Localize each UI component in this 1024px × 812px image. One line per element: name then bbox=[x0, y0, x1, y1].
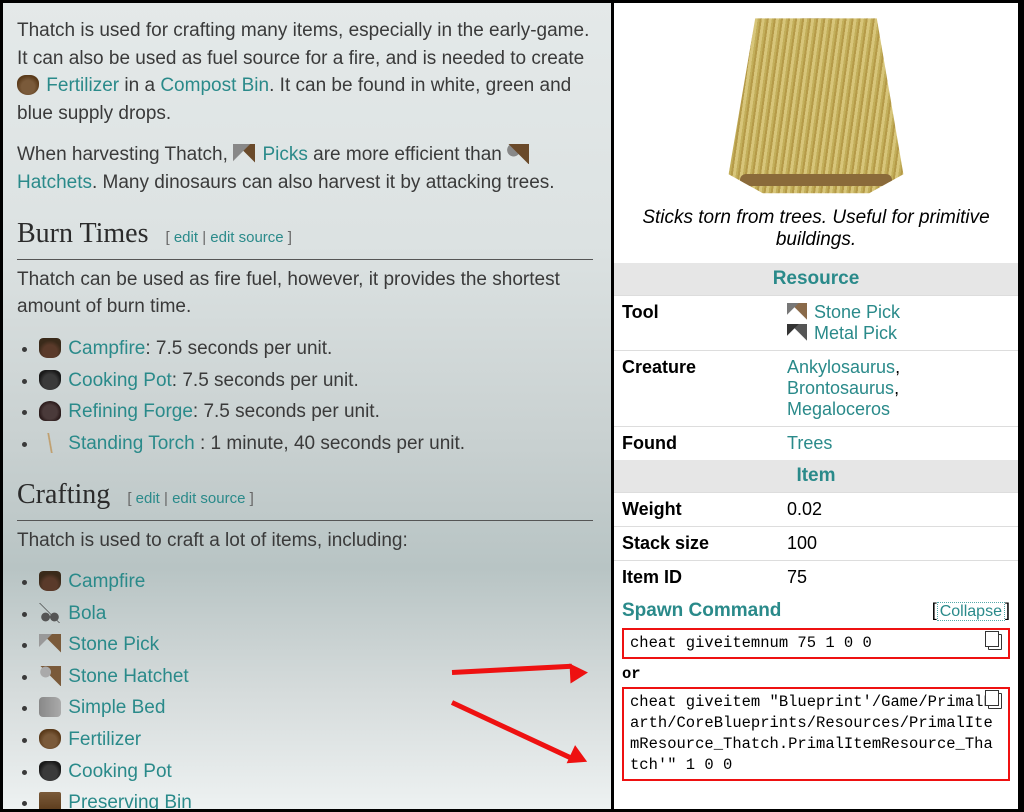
hatchet-icon bbox=[507, 144, 529, 164]
row-weight: Weight 0.02 bbox=[614, 492, 1018, 526]
metal-pick-icon bbox=[787, 324, 807, 342]
burn-list: Campfire: 7.5 seconds per unit. Cooking … bbox=[39, 335, 593, 457]
spawn-command-2: cheat giveitem "Blueprint'/Game/PrimalEa… bbox=[622, 687, 1010, 781]
link-trees[interactable]: Trees bbox=[787, 433, 832, 453]
link-refining-forge[interactable]: Refining Forge bbox=[68, 401, 193, 422]
cooking-pot-icon bbox=[39, 370, 61, 390]
wiki-page: Thatch is used for crafting many items, … bbox=[0, 0, 1024, 812]
list-item: Fertilizer bbox=[39, 726, 593, 754]
spawn-or: or bbox=[622, 665, 1010, 683]
section-item: Item bbox=[614, 460, 1018, 492]
edit-links-craft: [ edit | edit source ] bbox=[127, 490, 253, 507]
craft-intro: Thatch is used to craft a lot of items, … bbox=[17, 527, 593, 555]
link-compost-bin[interactable]: Compost Bin bbox=[160, 75, 269, 96]
link-standing-torch[interactable]: Standing Torch bbox=[68, 433, 194, 454]
link-megaloceros[interactable]: Megaloceros bbox=[787, 399, 890, 419]
row-creature: Creature Ankylosaurus, Brontosaurus, Meg… bbox=[614, 350, 1018, 426]
campfire-icon bbox=[39, 571, 61, 591]
link-craft-cooking-pot[interactable]: Cooking Pot bbox=[68, 761, 172, 782]
editsrc-craft[interactable]: edit source bbox=[172, 490, 245, 507]
link-brontosaurus[interactable]: Brontosaurus bbox=[787, 378, 894, 398]
article-body: Thatch is used for crafting many items, … bbox=[3, 3, 611, 809]
list-item: Preserving Bin bbox=[39, 789, 593, 809]
link-craft-bola[interactable]: Bola bbox=[68, 603, 106, 624]
item-image-wrap bbox=[614, 3, 1018, 203]
list-item: Cooking Pot: 7.5 seconds per unit. bbox=[39, 367, 593, 395]
row-spawn-command: Spawn Command [Collapse] bbox=[614, 594, 1018, 626]
edit-links-burn: [ edit | edit source ] bbox=[166, 229, 292, 246]
bola-icon bbox=[39, 603, 61, 623]
fertilizer-icon bbox=[17, 75, 39, 95]
heading-crafting: Crafting [ edit | edit source ] bbox=[17, 475, 593, 521]
link-craft-fertilizer[interactable]: Fertilizer bbox=[68, 729, 141, 750]
list-item: Cooking Pot bbox=[39, 758, 593, 786]
stone-hatchet-icon bbox=[39, 666, 61, 686]
link-craft-simple-bed[interactable]: Simple Bed bbox=[68, 697, 165, 718]
thatch-image bbox=[721, 7, 911, 197]
craft-list: Campfire Bola Stone Pick Stone Hatchet S… bbox=[39, 568, 593, 809]
refining-forge-icon bbox=[39, 401, 61, 421]
link-fertilizer[interactable]: Fertilizer bbox=[46, 75, 119, 96]
link-craft-stone-hatchet[interactable]: Stone Hatchet bbox=[68, 666, 188, 687]
editsrc-burn[interactable]: edit source bbox=[210, 229, 283, 246]
list-item: Campfire: 7.5 seconds per unit. bbox=[39, 335, 593, 363]
list-item: Refining Forge: 7.5 seconds per unit. bbox=[39, 398, 593, 426]
simple-bed-icon bbox=[39, 697, 61, 717]
list-item: Campfire bbox=[39, 568, 593, 596]
list-item: Stone Hatchet bbox=[39, 663, 593, 691]
copy-icon[interactable] bbox=[988, 634, 1002, 650]
copy-icon[interactable] bbox=[988, 693, 1002, 709]
edit-craft[interactable]: edit bbox=[136, 490, 160, 507]
row-stack: Stack size 100 bbox=[614, 526, 1018, 560]
link-ankylosaurus[interactable]: Ankylosaurus bbox=[787, 357, 895, 377]
link-craft-stone-pick[interactable]: Stone Pick bbox=[68, 634, 159, 655]
stone-pick-icon bbox=[39, 634, 61, 654]
list-item: Simple Bed bbox=[39, 694, 593, 722]
stone-pick-icon bbox=[787, 303, 807, 321]
section-resource: Resource bbox=[614, 263, 1018, 295]
heading-burn-times: Burn Times [ edit | edit source ] bbox=[17, 214, 593, 260]
row-tool: Tool Stone Pick Metal Pick bbox=[614, 295, 1018, 350]
item-caption: Sticks torn from trees. Useful for primi… bbox=[614, 203, 1018, 263]
intro-para-2: When harvesting Thatch, Picks are more e… bbox=[17, 141, 593, 196]
link-cooking-pot[interactable]: Cooking Pot bbox=[68, 370, 172, 391]
infobox: Sticks torn from trees. Useful for primi… bbox=[611, 3, 1021, 809]
collapse-button[interactable]: Collapse bbox=[937, 602, 1005, 621]
cooking-pot-icon bbox=[39, 761, 61, 781]
standing-torch-icon bbox=[39, 433, 61, 453]
burn-intro: Thatch can be used as fire fuel, however… bbox=[17, 266, 593, 321]
row-found: Found Trees bbox=[614, 426, 1018, 460]
spawn-command-1: cheat giveitemnum 75 1 0 0 bbox=[622, 628, 1010, 659]
link-craft-campfire[interactable]: Campfire bbox=[68, 571, 145, 592]
link-stone-pick[interactable]: Stone Pick bbox=[814, 302, 900, 322]
list-item: Stone Pick bbox=[39, 631, 593, 659]
campfire-icon bbox=[39, 338, 61, 358]
link-craft-preserving-bin[interactable]: Preserving Bin bbox=[68, 792, 192, 809]
fertilizer-icon bbox=[39, 729, 61, 749]
spawn-command-label: Spawn Command bbox=[622, 600, 781, 622]
list-item: Standing Torch : 1 minute, 40 seconds pe… bbox=[39, 430, 593, 458]
link-picks[interactable]: Picks bbox=[262, 144, 307, 165]
link-hatchets[interactable]: Hatchets bbox=[17, 172, 92, 193]
pick-icon bbox=[233, 144, 255, 164]
list-item: Bola bbox=[39, 600, 593, 628]
link-metal-pick[interactable]: Metal Pick bbox=[814, 323, 897, 343]
preserving-bin-icon bbox=[39, 792, 61, 809]
intro-para-1: Thatch is used for crafting many items, … bbox=[17, 17, 593, 127]
row-item-id: Item ID 75 bbox=[614, 560, 1018, 594]
link-campfire[interactable]: Campfire bbox=[68, 338, 145, 359]
edit-burn[interactable]: edit bbox=[174, 229, 198, 246]
